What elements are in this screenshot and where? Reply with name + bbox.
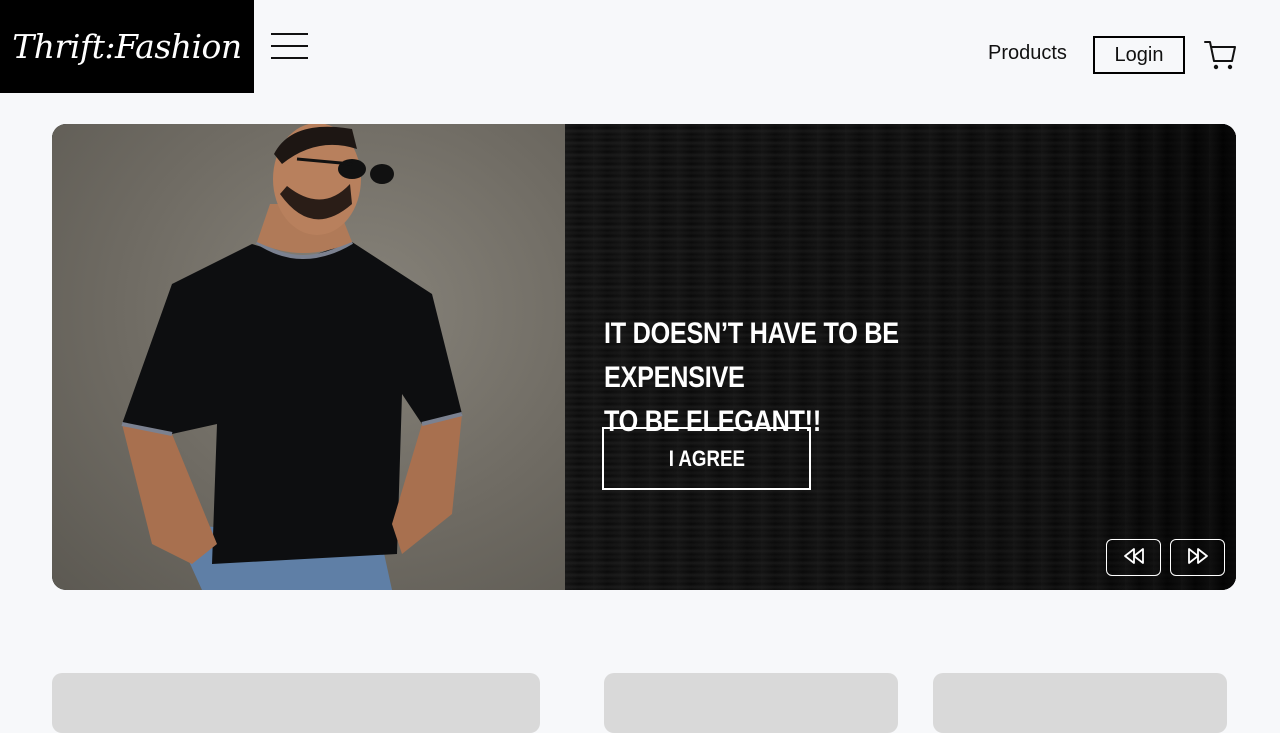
agree-button[interactable]: I AGREE <box>602 427 811 490</box>
hero-headline-line1: IT DOESN’T HAVE TO BE EXPENSIVE <box>604 317 899 394</box>
hero-text-panel: IT DOESN’T HAVE TO BE EXPENSIVE TO BE EL… <box>565 124 1236 590</box>
login-button[interactable]: Login <box>1093 36 1185 74</box>
login-button-label: Login <box>1114 43 1164 66</box>
hero-headline: IT DOESN’T HAVE TO BE EXPENSIVE TO BE EL… <box>604 312 957 444</box>
shopping-cart-icon[interactable] <box>1204 39 1237 71</box>
hamburger-menu-icon[interactable] <box>271 31 308 61</box>
hero-banner: IT DOESN’T HAVE TO BE EXPENSIVE TO BE EL… <box>52 124 1236 590</box>
product-card[interactable] <box>933 673 1227 733</box>
rewind-icon <box>1122 547 1146 569</box>
logo-text: Thrift:Fashion <box>12 27 242 66</box>
product-card[interactable] <box>604 673 898 733</box>
fast-forward-icon <box>1186 547 1210 569</box>
nav-products-link[interactable]: Products <box>988 42 1067 65</box>
product-card[interactable] <box>52 673 540 733</box>
agree-button-label: I AGREE <box>668 445 745 471</box>
logo[interactable]: Thrift:Fashion <box>0 0 254 93</box>
slider-next-button[interactable] <box>1170 539 1225 576</box>
slider-prev-button[interactable] <box>1106 539 1161 576</box>
hero-photo <box>52 124 565 590</box>
